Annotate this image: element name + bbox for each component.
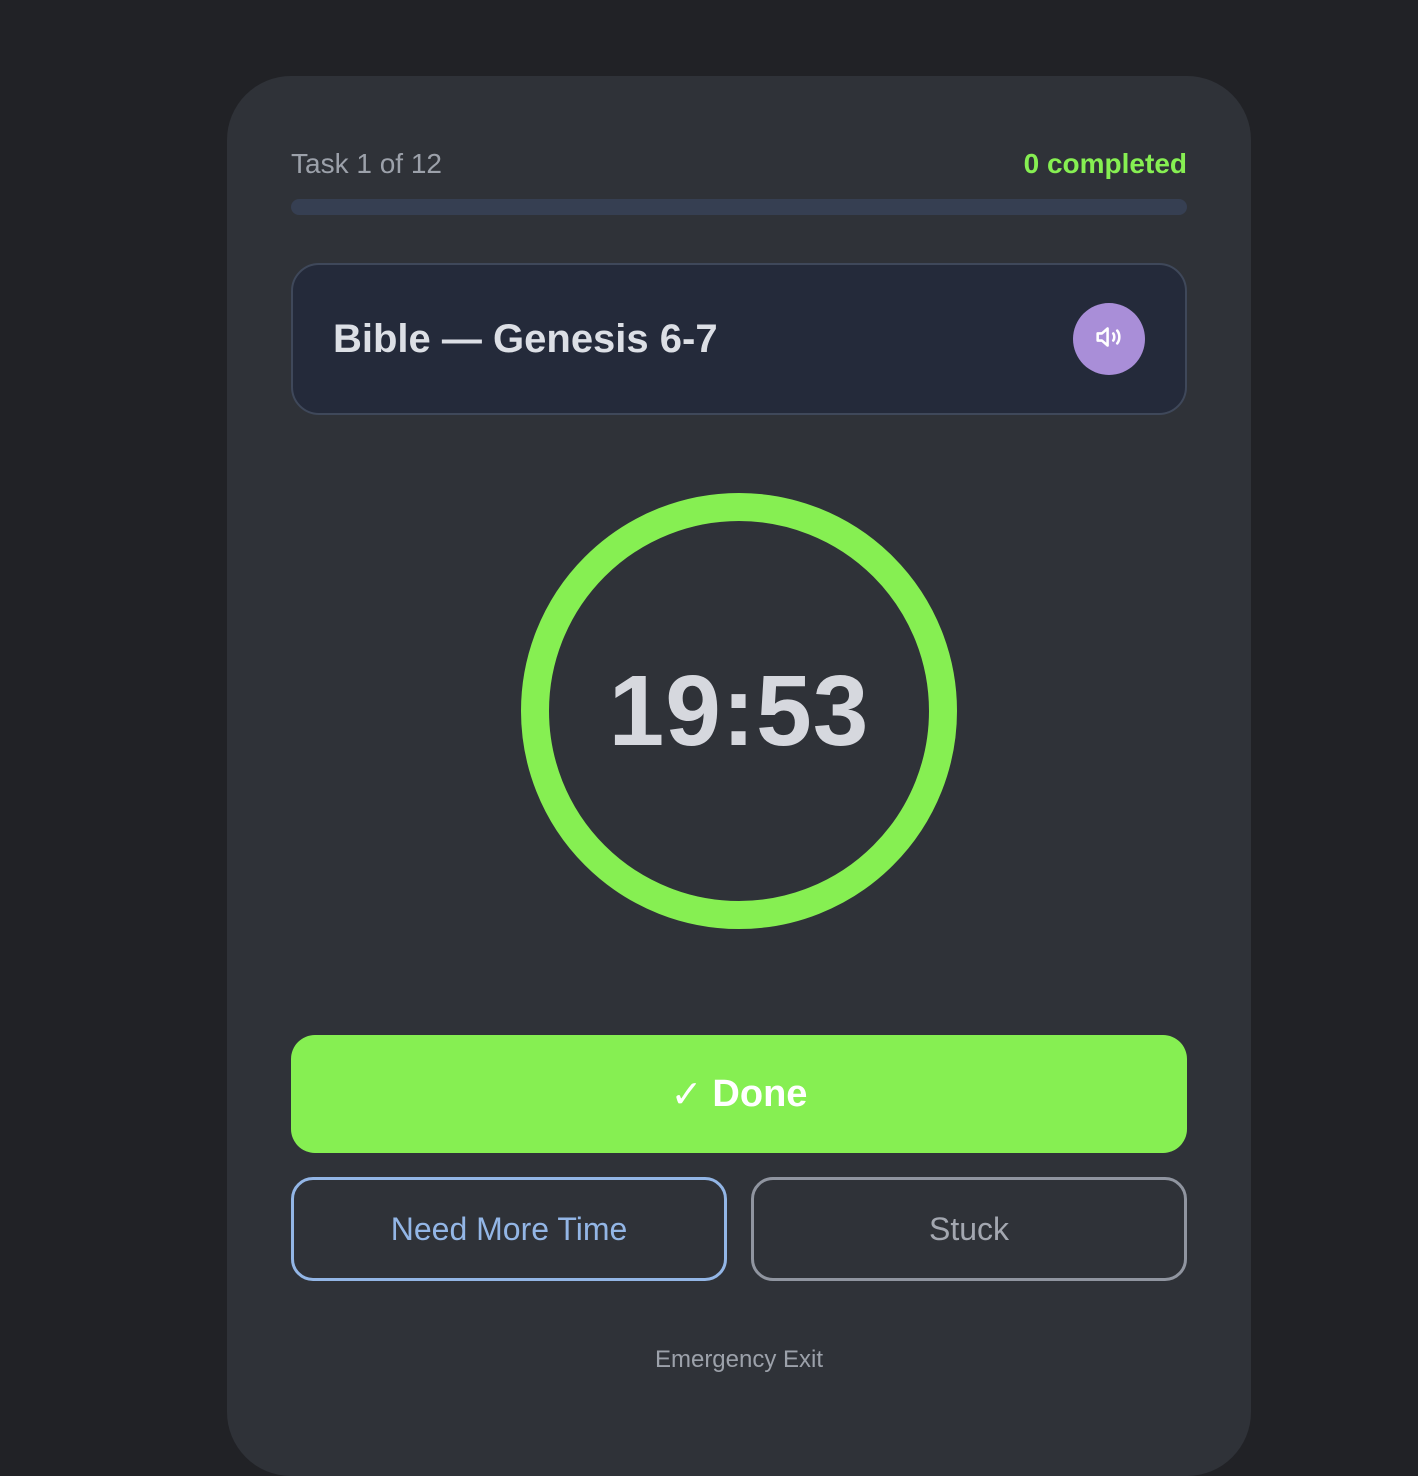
stuck-button[interactable]: Stuck [751, 1177, 1187, 1281]
secondary-actions: Need More Time Stuck [291, 1177, 1187, 1281]
task-title: Bible — Genesis 6-7 [333, 316, 718, 361]
progress-bar [291, 199, 1187, 215]
task-box: Bible — Genesis 6-7 [291, 263, 1187, 415]
audio-button[interactable] [1073, 303, 1145, 375]
timer-time: 19:53 [608, 654, 870, 767]
need-more-time-button[interactable]: Need More Time [291, 1177, 727, 1281]
checkmark-icon: ✓ [670, 1073, 703, 1116]
task-counter: Task 1 of 12 [291, 148, 442, 179]
speaker-icon [1092, 320, 1126, 359]
progress-header: Task 1 of 12 0 completed [291, 146, 1187, 182]
task-card: Task 1 of 12 0 completed Bible — Genesis… [227, 76, 1251, 1476]
completed-count: 0 completed [1023, 148, 1187, 179]
emergency-exit-link[interactable]: Emergency Exit [291, 1346, 1187, 1380]
done-label: Done [712, 1072, 808, 1115]
timer: 19:53 [520, 492, 958, 930]
done-button[interactable]: ✓ Done [291, 1035, 1187, 1153]
